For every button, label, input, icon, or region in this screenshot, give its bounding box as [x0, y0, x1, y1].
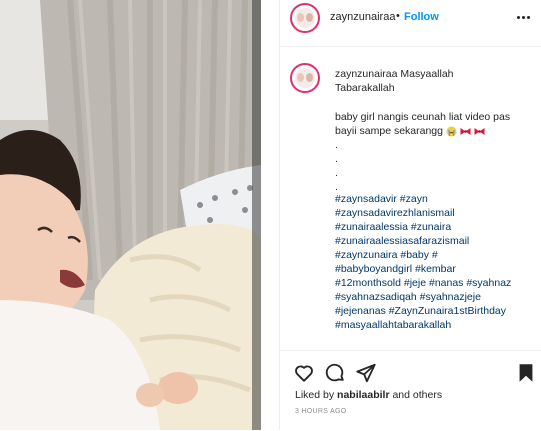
hashtag-line[interactable]: #jejenanas #ZaynZunaira1stBirthday — [335, 304, 540, 318]
hashtag-line[interactable]: #masyaallahtabarakallah — [335, 318, 540, 332]
caption-title-line1: Masyaallah — [400, 68, 454, 80]
post-media[interactable] — [0, 0, 261, 430]
caption-avatar[interactable] — [290, 63, 320, 93]
bookmark-icon[interactable] — [515, 362, 537, 384]
caption-username-link[interactable]: zaynzunairaa — [335, 68, 397, 80]
liked-and-others-link[interactable]: and others — [392, 389, 442, 401]
hashtag-line[interactable]: #babyboyandgirl #kembar — [335, 262, 540, 276]
caption-body-line: bayii sampe sekarangg — [335, 124, 535, 138]
post-timestamp[interactable]: 3 HOURS AGO — [295, 408, 347, 415]
ribbon-emoji-icon — [460, 127, 471, 135]
caption-dot: . — [335, 167, 338, 179]
caption-text: baby girl nangis ceunah liat video pas b… — [335, 110, 535, 194]
hashtag-line[interactable]: #syahnazsadiqah #syahnazjeje — [335, 290, 540, 304]
hashtag-line[interactable]: #12monthsold #jeje #nanas #syahnaz — [335, 276, 540, 290]
avatar[interactable] — [290, 3, 320, 33]
post-detail-panel: zaynzunairaa • Follow zaynzunairaa Masya… — [279, 0, 541, 430]
hashtag-line[interactable]: #zunairaalessiasafarazismail — [335, 234, 540, 248]
header-username-link[interactable]: zaynzunairaa — [330, 11, 395, 23]
caption-dot: . — [335, 139, 338, 151]
hashtag-list: #zaynsadavir #zayn #zaynsadavirezhlanism… — [335, 192, 540, 332]
post-actions: Liked by nabilaabilr and others 3 HOURS … — [280, 350, 541, 431]
avatar-image — [295, 8, 315, 28]
caption-title-line2: Tabarakallah — [335, 82, 395, 94]
ribbon-emoji-icon — [474, 127, 485, 135]
liked-by-user-link[interactable]: nabilaabilr — [337, 389, 390, 401]
caption-body-line: baby girl nangis ceunah liat video pas — [335, 111, 511, 123]
follow-button[interactable]: Follow — [404, 11, 439, 23]
hashtag-line[interactable]: #zaynsadavirezhlanismail — [335, 206, 540, 220]
liked-by-label: Liked by — [295, 389, 335, 401]
comment-icon[interactable] — [324, 362, 346, 384]
post-header: zaynzunairaa • Follow — [280, 0, 541, 47]
hashtag-line[interactable]: #zaynzunaira #baby # — [335, 248, 540, 262]
likes-summary: Liked by nabilaabilr and others — [295, 389, 442, 401]
heart-icon[interactable] — [293, 362, 315, 384]
avatar-image — [295, 68, 315, 88]
crying-face-emoji-icon — [446, 126, 457, 137]
hashtag-line[interactable]: #zaynsadavir #zayn — [335, 192, 540, 206]
caption-dot: . — [335, 153, 338, 165]
hashtag-line[interactable]: #zunairaalessia #zunaira — [335, 220, 540, 234]
separator-dot: • — [396, 10, 400, 22]
more-options-icon[interactable] — [516, 10, 532, 24]
post-video-frame[interactable] — [0, 0, 261, 430]
caption-heading: zaynzunairaa Masyaallah Tabarakallah — [335, 67, 535, 95]
caption-body-text: bayii sampe sekarangg — [335, 125, 443, 137]
share-icon[interactable] — [355, 362, 377, 384]
